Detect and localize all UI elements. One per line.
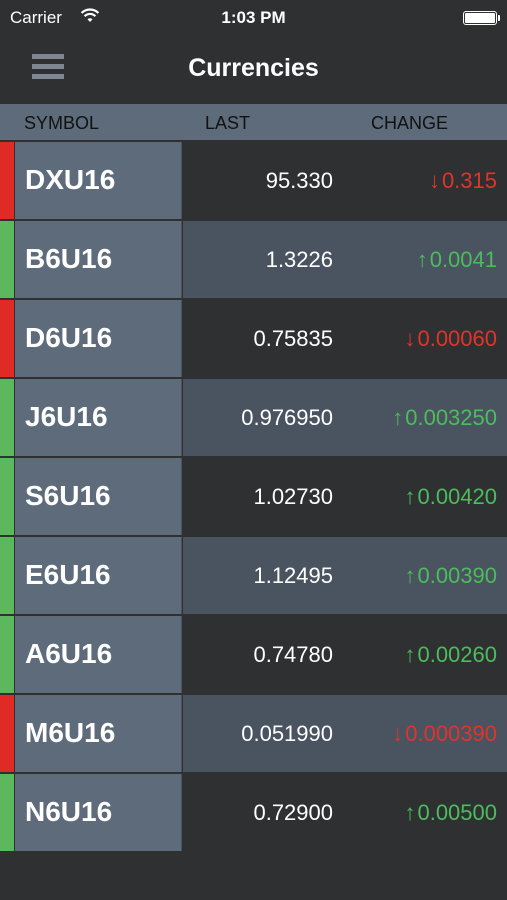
change-amount: 0.000390 [405, 721, 497, 746]
last-price: 1.3226 [265, 247, 333, 272]
change-value: ↓0.315 [429, 168, 497, 194]
data-cell: 0.75835 ↓0.00060 [183, 300, 507, 377]
data-cell: 0.051990 ↓0.000390 [183, 695, 507, 772]
data-cell: 0.976950 ↑0.003250 [183, 379, 507, 456]
change-amount: 0.00390 [417, 563, 497, 588]
quote-row[interactable]: J6U16 0.976950 ↑0.003250 [0, 379, 507, 458]
symbol-cell: D6U16 [15, 300, 182, 377]
symbol-cell: E6U16 [15, 537, 182, 614]
arrow-up-icon: ↑ [392, 405, 404, 430]
change-amount: 0.0041 [429, 247, 497, 272]
trend-indicator [0, 142, 14, 219]
change-value: ↑0.00260 [404, 642, 497, 668]
table-header: SYMBOL LAST CHANGE [0, 104, 507, 140]
change-value: ↑0.00390 [404, 563, 497, 589]
last-price: 0.051990 [241, 721, 333, 746]
column-header-change[interactable]: CHANGE [371, 113, 448, 134]
arrow-down-icon: ↓ [404, 326, 416, 351]
trend-indicator [0, 695, 14, 772]
data-cell: 95.330 ↓0.315 [183, 142, 507, 219]
quote-list: DXU16 95.330 ↓0.315 B6U16 1.3226 ↑0.0041 D6U16… [0, 142, 507, 853]
page-title: Currencies [188, 54, 319, 82]
symbol-label: N6U16 [25, 796, 113, 827]
last-price: 1.12495 [253, 563, 333, 588]
trend-indicator [0, 221, 14, 298]
symbol-cell: M6U16 [15, 695, 182, 772]
arrow-up-icon: ↑ [416, 247, 428, 272]
last-price: 1.02730 [253, 484, 333, 509]
quote-row[interactable]: E6U16 1.12495 ↑0.00390 [0, 537, 507, 616]
arrow-down-icon: ↓ [392, 721, 404, 746]
trend-indicator [0, 300, 14, 377]
trend-indicator [0, 616, 14, 693]
change-value: ↑0.0041 [417, 247, 497, 273]
change-amount: 0.00060 [417, 326, 497, 351]
symbol-cell: B6U16 [15, 221, 182, 298]
change-amount: 0.00500 [417, 800, 497, 825]
symbol-label: J6U16 [25, 401, 108, 432]
nav-bar: Currencies [0, 36, 507, 104]
last-price: 0.72900 [253, 800, 333, 825]
arrow-up-icon: ↑ [404, 800, 416, 825]
change-amount: 0.00260 [417, 642, 497, 667]
quote-row[interactable]: M6U16 0.051990 ↓0.000390 [0, 695, 507, 774]
symbol-label: M6U16 [25, 717, 116, 748]
trend-indicator [0, 379, 14, 456]
last-price: 0.75835 [253, 326, 333, 351]
arrow-up-icon: ↑ [404, 563, 416, 588]
symbol-cell: J6U16 [15, 379, 182, 456]
status-bar: Carrier 1:03 PM [0, 0, 507, 36]
arrow-up-icon: ↑ [404, 642, 416, 667]
trend-indicator [0, 537, 14, 614]
symbol-label: DXU16 [25, 164, 116, 195]
change-value: ↑0.00500 [404, 800, 497, 826]
quote-row[interactable]: N6U16 0.72900 ↑0.00500 [0, 774, 507, 853]
clock: 1:03 PM [221, 8, 286, 27]
symbol-label: D6U16 [25, 322, 113, 353]
data-cell: 1.12495 ↑0.00390 [183, 537, 507, 614]
last-price: 0.74780 [253, 642, 333, 667]
quote-row[interactable]: DXU16 95.330 ↓0.315 [0, 142, 507, 221]
quote-row[interactable]: B6U16 1.3226 ↑0.0041 [0, 221, 507, 300]
data-cell: 1.02730 ↑0.00420 [183, 458, 507, 535]
change-value: ↑0.003250 [392, 405, 497, 431]
change-amount: 0.003250 [405, 405, 497, 430]
column-header-symbol[interactable]: SYMBOL [24, 113, 99, 134]
last-price: 95.330 [265, 168, 333, 193]
symbol-cell: N6U16 [15, 774, 182, 851]
quote-row[interactable]: A6U16 0.74780 ↑0.00260 [0, 616, 507, 695]
battery-icon [463, 11, 500, 25]
quote-row[interactable]: S6U16 1.02730 ↑0.00420 [0, 458, 507, 537]
symbol-label: B6U16 [25, 243, 113, 274]
change-amount: 0.315 [441, 168, 497, 193]
symbol-cell: A6U16 [15, 616, 182, 693]
change-value: ↓0.00060 [404, 326, 497, 352]
symbol-label: E6U16 [25, 559, 111, 590]
change-amount: 0.00420 [417, 484, 497, 509]
data-cell: 0.74780 ↑0.00260 [183, 616, 507, 693]
symbol-cell: DXU16 [15, 142, 182, 219]
data-cell: 0.72900 ↑0.00500 [183, 774, 507, 851]
arrow-down-icon: ↓ [428, 168, 440, 193]
change-value: ↑0.00420 [404, 484, 497, 510]
arrow-up-icon: ↑ [404, 484, 416, 509]
symbol-cell: S6U16 [15, 458, 182, 535]
trend-indicator [0, 458, 14, 535]
column-header-last[interactable]: LAST [205, 113, 250, 134]
quote-row[interactable]: D6U16 0.75835 ↓0.00060 [0, 300, 507, 379]
last-price: 0.976950 [241, 405, 333, 430]
symbol-label: A6U16 [25, 638, 113, 669]
change-value: ↓0.000390 [392, 721, 497, 747]
trend-indicator [0, 774, 14, 851]
data-cell: 1.3226 ↑0.0041 [183, 221, 507, 298]
symbol-label: S6U16 [25, 480, 111, 511]
